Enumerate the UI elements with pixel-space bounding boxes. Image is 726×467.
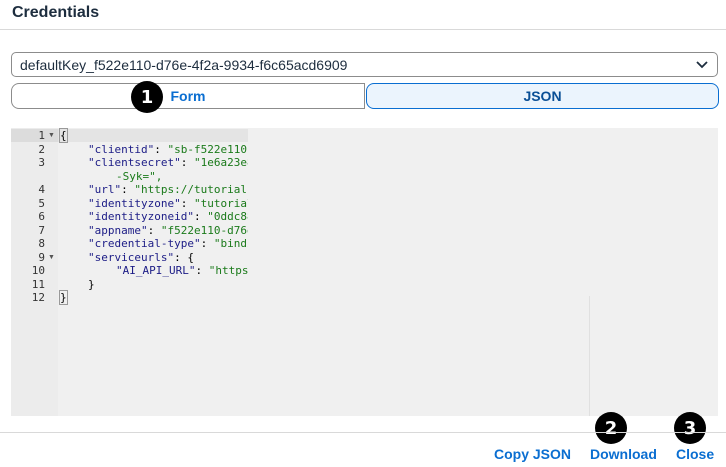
step-badge-1: 1 (131, 81, 163, 113)
json-value: "https (208, 264, 249, 277)
code-line: } (59, 290, 68, 305)
code-line: "url": "https://tutorial- (88, 183, 254, 197)
json-key: "identityzone" (88, 196, 181, 210)
json-value: { (187, 250, 194, 264)
code-line: -Syk=", (116, 170, 162, 184)
json-key: "clientid" (88, 142, 155, 156)
json-key: "serviceurls" (88, 250, 175, 264)
print-margin (589, 296, 590, 416)
close-button[interactable]: Close (676, 446, 714, 462)
line-number: 5 (38, 196, 45, 210)
line-number: 2 (38, 142, 45, 156)
line-number: 11 (31, 277, 45, 291)
dialog-footer: Copy JSON Download Close (0, 432, 726, 467)
editor-blank-area (248, 128, 718, 416)
json-key: "clientsecret" (88, 156, 181, 169)
json-key: "appname" (88, 223, 148, 237)
copy-json-button[interactable]: Copy JSON (494, 446, 571, 462)
json-key: "AI_API_URL" (116, 264, 196, 277)
line-number: 8 (38, 237, 45, 250)
json-separator: : (174, 250, 188, 264)
line-number: 10 (31, 264, 45, 277)
json-value: "f522e110-d76e (160, 223, 254, 237)
fold-arrow-icon[interactable]: ▼ (48, 251, 55, 265)
line-number: 12 (31, 291, 45, 304)
code-line: "credential-type": "binding (88, 237, 267, 251)
json-value: "https://tutorial- (134, 183, 254, 196)
json-value: "0ddc88 (207, 210, 254, 223)
json-separator: : (147, 223, 161, 237)
line-number: 4 (38, 183, 45, 196)
code-line: "AI_API_URL": "https (116, 264, 248, 278)
code-string-wrap: -Syk=", (116, 169, 163, 183)
json-separator: : (200, 237, 214, 250)
json-key: "url" (88, 183, 122, 196)
code-line: "identityzone": "tutorial (88, 197, 254, 211)
view-toggle: Form JSON (11, 83, 719, 109)
json-key: "identityzoneid" (88, 210, 194, 223)
code-line: "clientsecret": "1e6a23e8 (88, 156, 254, 170)
json-value: "tutorial (193, 196, 254, 210)
dialog-title: Credentials (12, 4, 100, 21)
code-line: "clientid": "sb-f522e110- (88, 143, 254, 157)
code-bracket: } (88, 277, 95, 291)
line-number: 6 (38, 210, 45, 223)
json-separator: : (193, 210, 208, 223)
json-value: "1e6a23e8 (193, 156, 254, 169)
line-number: 7 (38, 223, 45, 237)
code-line: "serviceurls": { (88, 251, 194, 265)
dialog-header: Credentials (0, 0, 726, 30)
json-value: "sb-f522e110- (167, 142, 254, 156)
service-key-select[interactable]: defaultKey_f522e110-d76e-4f2a-9934-f6c65… (11, 52, 718, 77)
json-separator: : (180, 156, 194, 169)
json-editor[interactable]: 1 ▼ 2 3 4 5 6 7 8 9 ▼ 10 11 12{"clientid": "sb-f522e1… (11, 128, 718, 416)
line-number: 9 (38, 250, 45, 264)
code-bracket: } (59, 290, 68, 305)
download-button[interactable]: Download (590, 446, 657, 462)
code-line: "appname": "f522e110-d76e (88, 224, 254, 238)
code-bracket: { (59, 128, 68, 143)
code-line: "identityzoneid": "0ddc88 (88, 210, 254, 224)
line-number: 3 (38, 156, 45, 169)
chevron-down-icon[interactable] (695, 56, 709, 72)
form-tab[interactable]: Form (11, 83, 365, 109)
code-line: { (59, 128, 68, 143)
json-tab[interactable]: JSON (366, 83, 719, 109)
code-line: } (88, 278, 95, 292)
service-key-select-value: defaultKey_f522e110-d76e-4f2a-9934-f6c65… (20, 57, 348, 73)
json-separator: : (154, 142, 168, 156)
json-separator: : (180, 196, 194, 210)
fold-arrow-icon[interactable]: ▼ (48, 129, 55, 143)
json-separator: : (195, 264, 209, 277)
json-separator: : (121, 183, 135, 196)
line-number: 1 (38, 129, 45, 142)
json-key: "credential-type" (88, 237, 201, 250)
